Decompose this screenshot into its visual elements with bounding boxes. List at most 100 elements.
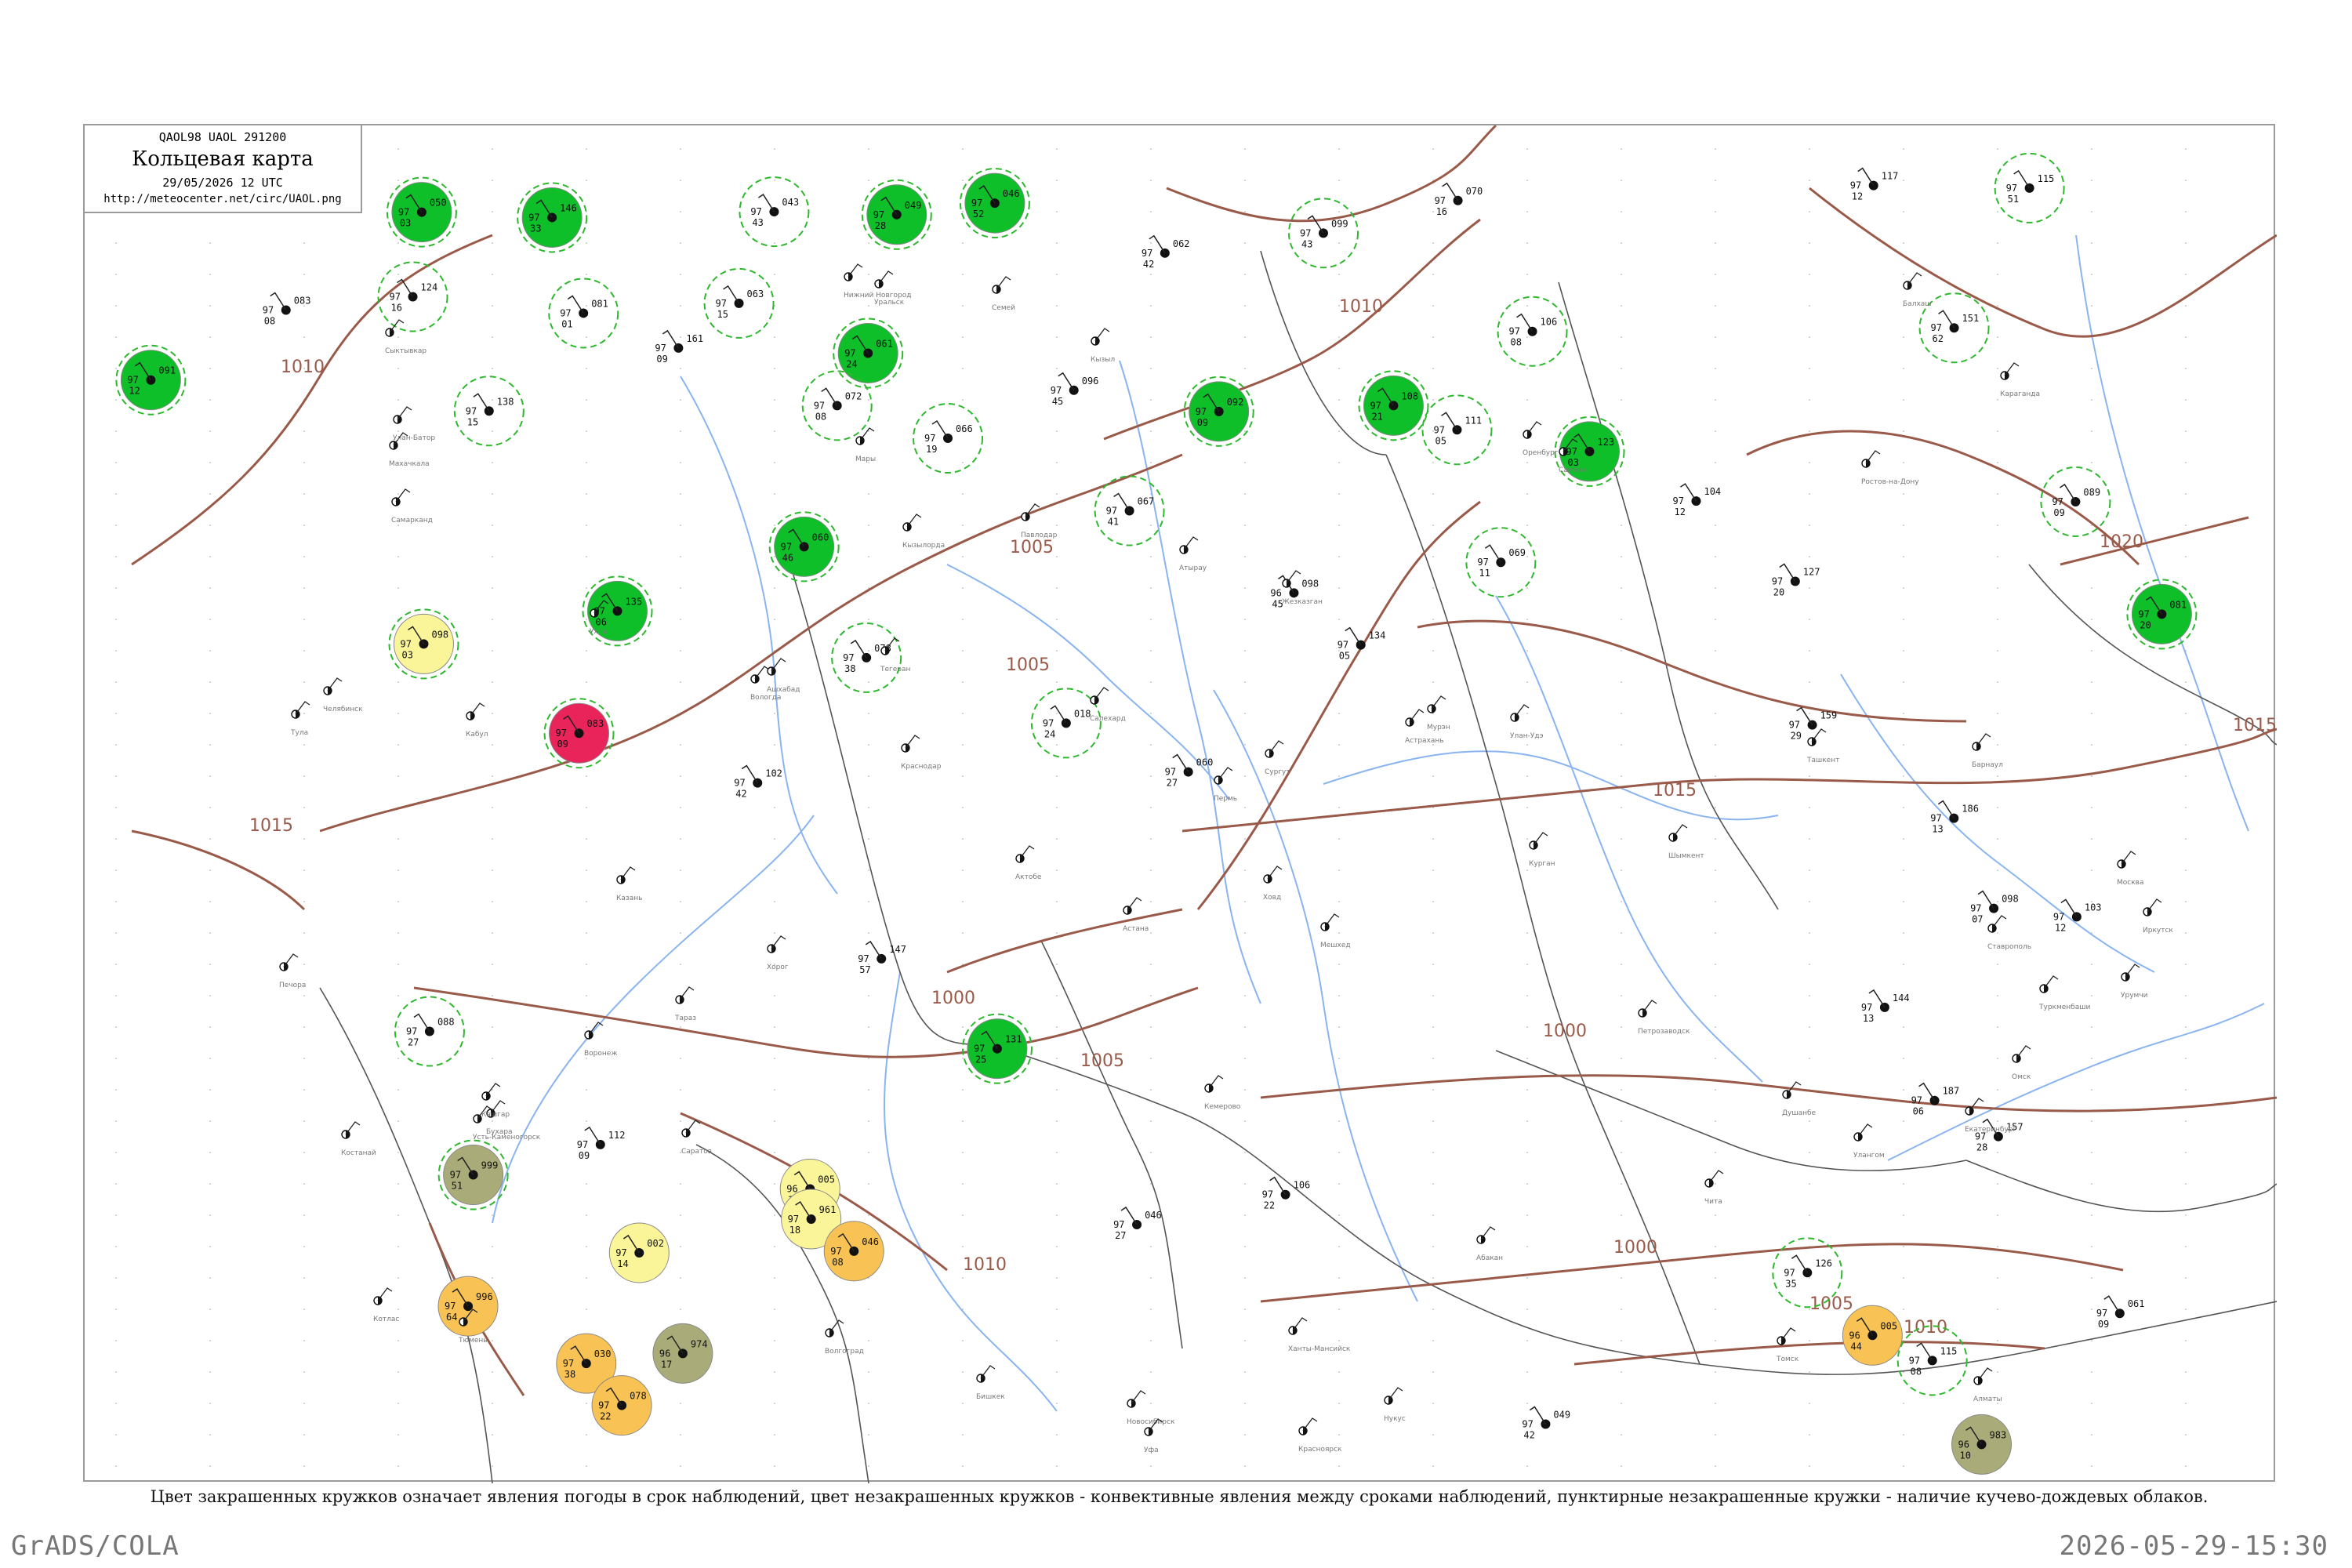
station-plot[interactable]: Ташкент [1806, 728, 1839, 764]
station-marker[interactable]: 108 9721 [1358, 370, 1429, 441]
station-marker[interactable]: 117 9712 [1850, 167, 1899, 202]
station-plot[interactable]: Актобе [1015, 845, 1042, 881]
station-plot[interactable]: Екатеринбург [1965, 1098, 2016, 1134]
station-marker[interactable]: 159 9729 [1789, 706, 1838, 742]
station-plot[interactable]: Улан-Удэ [1510, 704, 1544, 740]
station-plot[interactable]: Кемерово [1204, 1075, 1241, 1111]
station-marker[interactable]: 102 9742 [734, 764, 782, 800]
station-marker[interactable]: 161 9709 [655, 329, 703, 365]
station-marker[interactable]: 092 9709 [1183, 376, 1254, 447]
station-marker[interactable]: 112 9709 [577, 1126, 626, 1161]
station-plot[interactable]: Кабул [466, 702, 488, 739]
station-marker[interactable]: 099 9743 [1287, 198, 1359, 269]
station-plot[interactable]: Кызыл [1091, 328, 1115, 364]
station-plot[interactable]: Караганда [2000, 362, 2040, 398]
station-plot[interactable]: Иркутск [2143, 898, 2173, 935]
station-marker[interactable]: 187 9706 [1911, 1082, 1960, 1117]
station-marker[interactable]: 083 9709 [543, 698, 615, 769]
station-marker[interactable]: 144 9713 [1861, 989, 1910, 1024]
station-marker[interactable]: 088 9727 [394, 996, 465, 1067]
station-marker[interactable]: 115 9751 [1994, 152, 2065, 223]
station-marker[interactable]: 096 9745 [1051, 372, 1099, 407]
station-plot[interactable]: Краснодар [901, 735, 942, 771]
station-plot[interactable]: Бишкек [976, 1365, 1005, 1401]
station-marker[interactable]: 127 9720 [1772, 563, 1820, 597]
station-plot[interactable]: Петрозаводск [1638, 1000, 1690, 1036]
station-marker[interactable]: 098 9707 [1970, 890, 2019, 925]
station-marker[interactable]: 066 9719 [913, 403, 984, 474]
station-marker[interactable]: 186 9713 [1930, 800, 1979, 835]
station-plot[interactable]: Новосибирск [1127, 1390, 1175, 1426]
station-plot[interactable]: Омск [2012, 1045, 2031, 1081]
station-plot[interactable]: Тула [290, 701, 310, 737]
station-plot[interactable]: Семей [992, 276, 1015, 312]
station-marker[interactable]: 046 9727 [1113, 1206, 1162, 1241]
station-plot[interactable]: Улангом [1853, 1123, 1885, 1160]
station-marker[interactable]: 070 9716 [1435, 182, 1483, 217]
station-marker[interactable]: 104 9712 [1672, 483, 1721, 517]
station-marker[interactable]: 002 9714 [608, 1222, 670, 1283]
station-marker[interactable]: 1579728 [1975, 1118, 2024, 1153]
station-marker[interactable]: 983 9610 [1951, 1414, 2013, 1475]
station-marker[interactable]: 124 9716 [377, 261, 448, 332]
station-marker[interactable]: 081 9701 [548, 278, 619, 349]
station-plot[interactable]: Чита [1704, 1170, 1724, 1206]
station-plot[interactable]: Ханты-Мансийск [1288, 1317, 1351, 1353]
station-plot[interactable]: Алматы [1973, 1367, 2002, 1403]
station-plot[interactable]: Барнаул [1972, 733, 2003, 769]
station-marker[interactable]: 134 9705 [1338, 626, 1386, 662]
station-marker[interactable]: 0789738 [831, 622, 902, 693]
station-plot[interactable]: Урумчи [2121, 964, 2148, 1000]
station-marker[interactable]: 063 9715 [703, 267, 775, 339]
station-marker[interactable]: 081 9720 [2126, 579, 2198, 650]
station-plot[interactable]: Атырау [1179, 536, 1207, 572]
station-plot[interactable]: Сыктывкар [385, 319, 426, 355]
station-plot[interactable]: Челябинск [323, 677, 363, 713]
station-plot[interactable]: Ростов-на-Дону [1861, 450, 1919, 486]
station-plot[interactable]: Оренбург [1523, 421, 1559, 457]
station-plot[interactable]: Вологда [750, 666, 781, 702]
station-plot[interactable]: Костанай [341, 1121, 376, 1157]
station-marker[interactable]: 131 9725 [961, 1013, 1033, 1084]
station-marker[interactable]: 050 9703 [386, 176, 457, 248]
station-plot[interactable]: Кызылорда [902, 514, 945, 550]
station-plot[interactable]: Печора [279, 953, 306, 989]
station-plot[interactable]: Курган [1529, 832, 1555, 868]
station-marker[interactable]: 083 9708 [263, 292, 311, 327]
station-marker[interactable]: 072 9708 [801, 370, 873, 441]
station-marker[interactable]: 146 9733 [517, 182, 588, 253]
station-marker[interactable]: 974 9617 [652, 1323, 713, 1384]
station-marker[interactable]: 996 9764 [437, 1276, 499, 1337]
station-marker[interactable]: 111 9705 [1421, 394, 1493, 466]
station-marker[interactable]: 046 9708 [823, 1221, 884, 1282]
station-plot[interactable]: Нукус [1384, 1387, 1406, 1423]
station-plot[interactable]: Ставрополь [1987, 915, 2031, 951]
station-marker[interactable]: 098 9703 [388, 608, 459, 680]
station-marker[interactable]: 069 9711 [1465, 527, 1537, 598]
station-plot[interactable]: Сургут [1265, 740, 1290, 776]
station-marker[interactable]: 103 9712 [2053, 898, 2102, 933]
station-marker[interactable]: 049 9742 [1522, 1406, 1570, 1440]
station-plot[interactable]: Мешхед [1320, 913, 1351, 949]
station-marker[interactable]: 061 9709 [2096, 1295, 2145, 1330]
station-plot[interactable]: Балхаш [1903, 272, 1932, 308]
station-plot[interactable]: Хорог [767, 935, 789, 971]
station-marker[interactable]: 067 9741 [1094, 475, 1165, 546]
station-marker[interactable]: 091 9712 [115, 344, 187, 416]
station-plot[interactable]: Туркменбаши [2038, 975, 2090, 1011]
station-plot[interactable]: Ашхабад [767, 658, 800, 694]
station-plot[interactable]: Тараз [674, 986, 696, 1022]
station-plot[interactable]: Ховд [1263, 866, 1283, 902]
station-plot[interactable]: Волгоград [825, 1319, 864, 1356]
station-plot[interactable]: Мурэн [1427, 695, 1450, 731]
station-plot[interactable]: Самарканд [391, 488, 433, 524]
station-marker[interactable]: 061 9724 [833, 318, 904, 389]
station-marker[interactable]: 046 9752 [959, 168, 1030, 239]
station-marker[interactable]: 043 9743 [739, 176, 810, 248]
station-plot[interactable]: Уральск [874, 270, 905, 307]
station-plot[interactable]: Кашгар [481, 1083, 510, 1119]
station-plot[interactable]: Шымкент [1668, 824, 1704, 860]
station-plot[interactable]: Красноярск [1298, 1417, 1342, 1454]
station-marker[interactable]: 106 9708 [1497, 296, 1568, 367]
station-marker[interactable]: 005 9644 [1842, 1305, 1903, 1366]
